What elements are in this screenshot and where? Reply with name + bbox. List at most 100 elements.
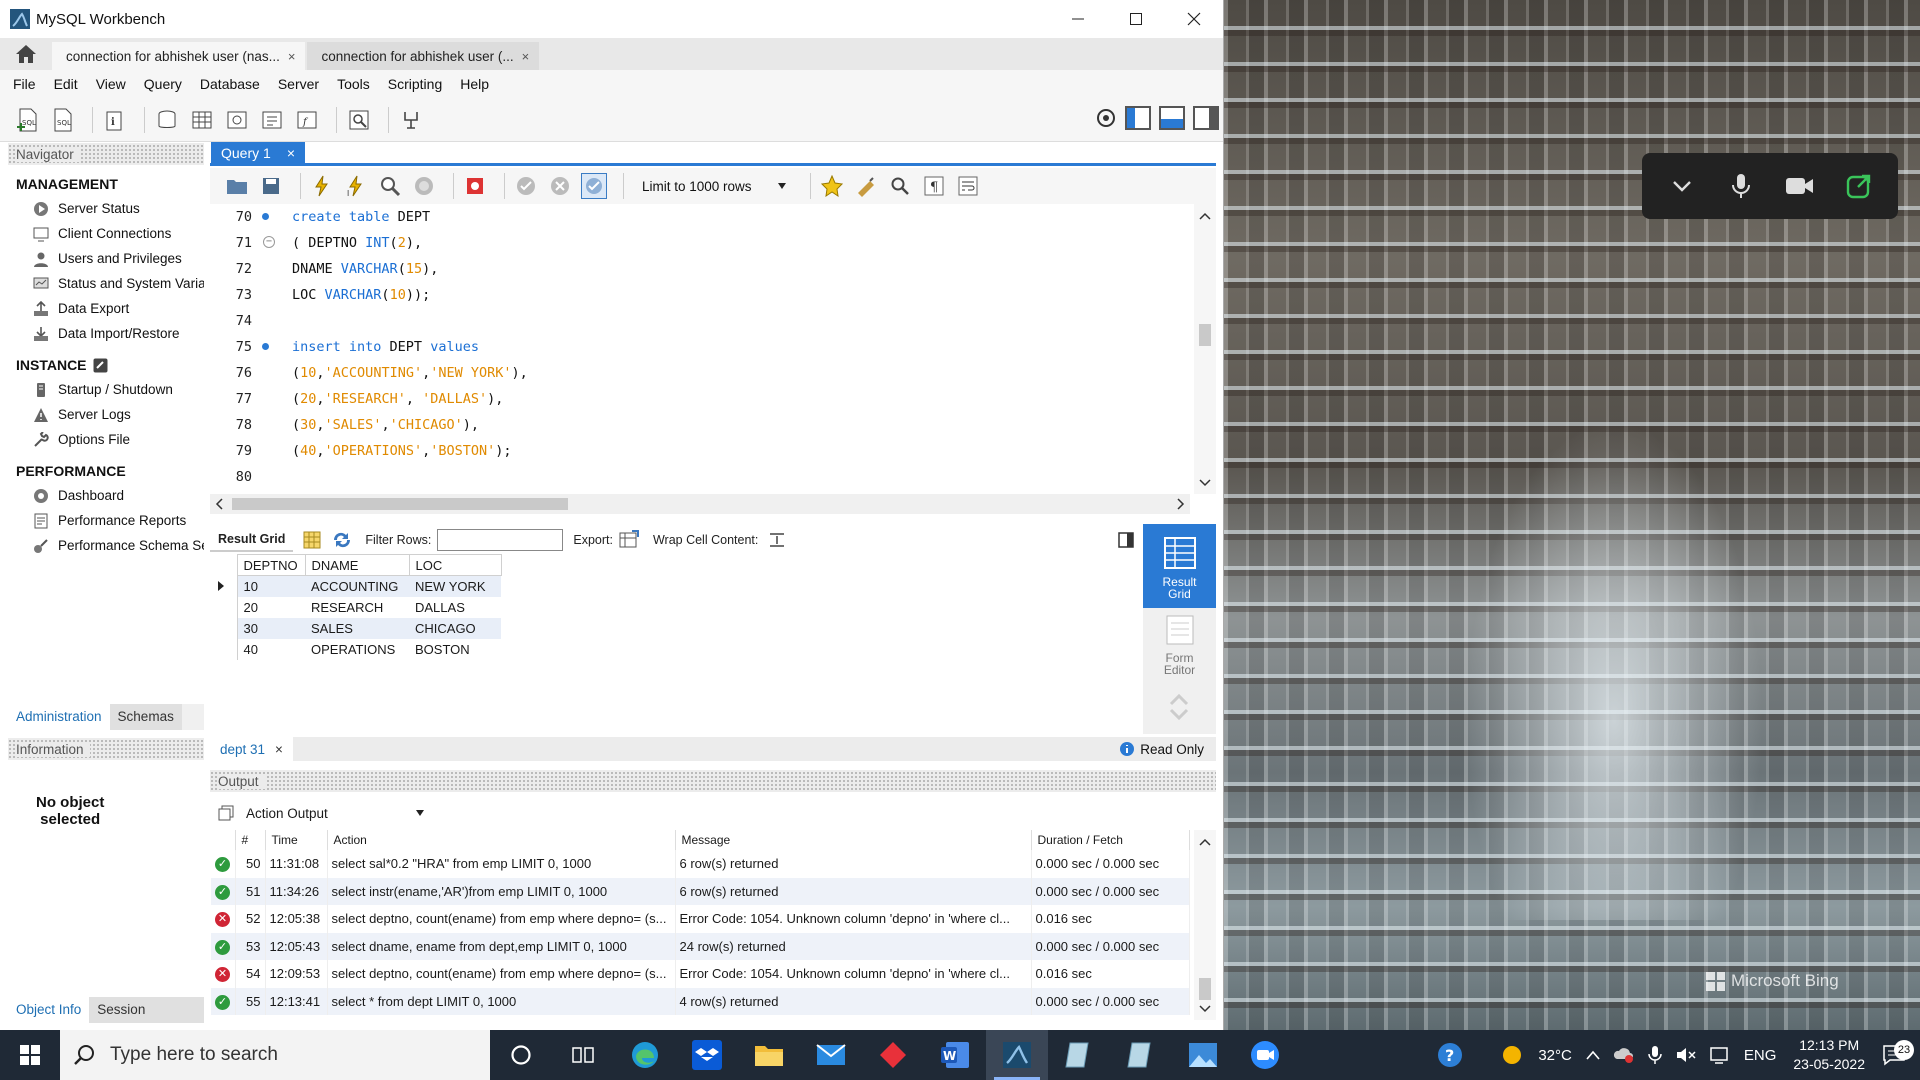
taskbar-clock[interactable]: 12:13 PM 23-05-2022 — [1783, 1036, 1875, 1074]
result-tab[interactable]: dept 31 × — [210, 737, 293, 761]
tab-administration[interactable]: Administration — [8, 704, 110, 730]
nav-server-logs[interactable]: Server Logs — [8, 402, 204, 427]
nav-performance-schema-setup[interactable]: Performance Schema Setup — [8, 533, 204, 558]
table-row[interactable]: 20 RESEARCH DALLAS — [211, 596, 501, 618]
home-button[interactable] — [0, 38, 52, 70]
query-tab[interactable]: Query 1 × — [211, 142, 305, 163]
start-button[interactable] — [0, 1030, 60, 1080]
scroll-right-icon[interactable] — [1170, 494, 1190, 514]
beautify-icon[interactable] — [853, 173, 879, 199]
nav-users-privileges[interactable]: Users and Privileges — [8, 246, 204, 271]
menu-view[interactable]: View — [87, 76, 135, 92]
notifications-button[interactable]: 23 — [1875, 1040, 1920, 1066]
output-row[interactable]: ✓ 51 11:34:26 select instr(ename,'AR')from… — [211, 877, 1190, 905]
inspector-icon[interactable]: i — [101, 106, 129, 134]
microphone-icon[interactable] — [1721, 166, 1761, 206]
taskbar-search-box[interactable]: Type here to search — [60, 1030, 490, 1080]
nav-dashboard[interactable]: Dashboard — [8, 483, 204, 508]
output-row[interactable]: ✕ 52 12:05:38 select deptno, count(ename) … — [211, 905, 1190, 933]
column-header[interactable]: DEPTNO — [236, 554, 306, 576]
taskbar-anydesk[interactable] — [862, 1030, 924, 1080]
toggle-output-button[interactable] — [1159, 106, 1185, 130]
table-row[interactable]: 10 ACCOUNTING NEW YORK — [211, 575, 501, 597]
editor-horizontal-scrollbar[interactable] — [210, 494, 1190, 514]
scroll-left-icon[interactable] — [210, 494, 230, 514]
form-editor-button[interactable]: Form Editor — [1143, 608, 1216, 684]
taskbar-app-1[interactable] — [1048, 1030, 1110, 1080]
create-view-icon[interactable] — [223, 106, 251, 134]
result-grid-button[interactable]: Result Grid — [1143, 524, 1216, 608]
fold-toggle-icon[interactable]: − — [263, 236, 275, 248]
new-sql-tab-icon[interactable]: SQL — [14, 106, 42, 134]
nav-performance-reports[interactable]: Performance Reports — [8, 508, 204, 533]
create-table-icon[interactable] — [188, 106, 216, 134]
settings-gear-icon[interactable] — [1095, 107, 1117, 129]
editor-vertical-scrollbar[interactable] — [1194, 204, 1216, 494]
connection-tab[interactable]: connection for abhishek user (nas... × — [52, 42, 306, 70]
output-column-header[interactable]: Time — [265, 830, 328, 850]
maximize-button[interactable] — [1107, 0, 1165, 38]
output-row[interactable]: ✓ 53 12:05:43 select dname, ename from dep… — [211, 932, 1190, 960]
dropbox-sync-error-icon[interactable] — [1607, 1047, 1641, 1063]
limit-rows-select[interactable]: Limit to 1000 rows — [636, 174, 792, 198]
connection-tab[interactable]: connection for abhishek user (... × — [307, 42, 540, 70]
commit-icon[interactable] — [513, 173, 539, 199]
language-indicator[interactable]: ENG — [1737, 1047, 1784, 1064]
camera-icon[interactable] — [1780, 166, 1820, 206]
volume-mute-icon[interactable] — [1669, 1046, 1703, 1064]
output-column-header[interactable]: Duration / Fetch — [1031, 830, 1190, 850]
menu-file[interactable]: File — [4, 76, 45, 92]
filter-rows-input[interactable] — [437, 529, 564, 551]
temperature-text[interactable]: 32°C — [1531, 1047, 1579, 1064]
toggle-sidebar-button[interactable] — [1125, 106, 1151, 130]
tab-schemas[interactable]: Schemas — [109, 704, 182, 730]
column-header[interactable]: LOC — [408, 554, 502, 576]
menu-query[interactable]: Query — [135, 76, 191, 92]
nav-client-connections[interactable]: Client Connections — [8, 221, 204, 246]
table-row[interactable]: 30 SALES CHICAGO — [211, 617, 501, 639]
column-header[interactable]: DNAME — [304, 554, 410, 576]
table-row[interactable]: 40 OPERATIONS BOSTON — [211, 638, 501, 660]
copy-output-icon[interactable] — [218, 805, 234, 821]
nav-startup-shutdown[interactable]: Startup / Shutdown — [8, 377, 204, 402]
nav-data-export[interactable]: Data Export — [8, 296, 204, 321]
show-hidden-icons-chevron-icon[interactable] — [1579, 1050, 1607, 1060]
output-row[interactable]: ✓ 55 12:13:41 select * from dept LIMIT 0, … — [211, 987, 1190, 1015]
rollback-icon[interactable] — [547, 173, 573, 199]
word-wrap-icon[interactable] — [955, 173, 981, 199]
save-icon[interactable] — [258, 173, 284, 199]
close-window-button[interactable] — [1165, 0, 1223, 38]
menu-edit[interactable]: Edit — [45, 76, 87, 92]
taskbar-mysql-workbench[interactable] — [986, 1030, 1048, 1080]
result-grid-label[interactable]: Result Grid — [210, 528, 294, 552]
cortana-button[interactable] — [490, 1030, 552, 1080]
autocommit-toggle-icon[interactable] — [581, 173, 607, 199]
execute-current-icon[interactable]: I — [343, 173, 369, 199]
output-row[interactable]: ✓ 50 11:31:08 select sal*0.2 "HRA" from em… — [211, 850, 1190, 878]
open-sql-script-icon[interactable]: SQL — [49, 106, 77, 134]
output-row[interactable]: ✕ 54 12:09:53 select deptno, count(ename) … — [211, 960, 1190, 988]
menu-help[interactable]: Help — [451, 76, 498, 92]
menu-server[interactable]: Server — [269, 76, 328, 92]
help-tray-icon[interactable]: ? — [1430, 1042, 1470, 1068]
close-result-tab-icon[interactable]: × — [275, 742, 283, 757]
tab-session[interactable]: Session — [89, 997, 204, 1023]
output-column-header[interactable]: Message — [675, 830, 1032, 850]
output-column-header[interactable]: # — [235, 830, 266, 850]
chevron-down-icon[interactable] — [1662, 166, 1702, 206]
microphone-tray-icon[interactable] — [1641, 1045, 1669, 1065]
sql-editor[interactable]: 70 create table DEPT 71−( DEPTNO INT(2), … — [210, 204, 1216, 494]
create-function-icon[interactable]: f — [293, 106, 321, 134]
horizontal-scroll-thumb[interactable] — [232, 498, 568, 510]
reconnect-icon[interactable] — [397, 106, 425, 134]
panel-scroll-arrows-icon[interactable] — [1143, 684, 1216, 728]
create-schema-icon[interactable] — [153, 106, 181, 134]
task-view-button[interactable] — [552, 1030, 614, 1080]
nav-server-status[interactable]: Server Status — [8, 196, 204, 221]
grid-icon[interactable] — [303, 531, 321, 549]
nav-options-file[interactable]: Options File — [8, 427, 204, 452]
close-tab-icon[interactable]: × — [288, 49, 296, 64]
share-screen-icon[interactable] — [1839, 166, 1879, 206]
taskbar-edge[interactable] — [614, 1030, 676, 1080]
invisible-chars-icon[interactable]: ¶ — [921, 173, 947, 199]
